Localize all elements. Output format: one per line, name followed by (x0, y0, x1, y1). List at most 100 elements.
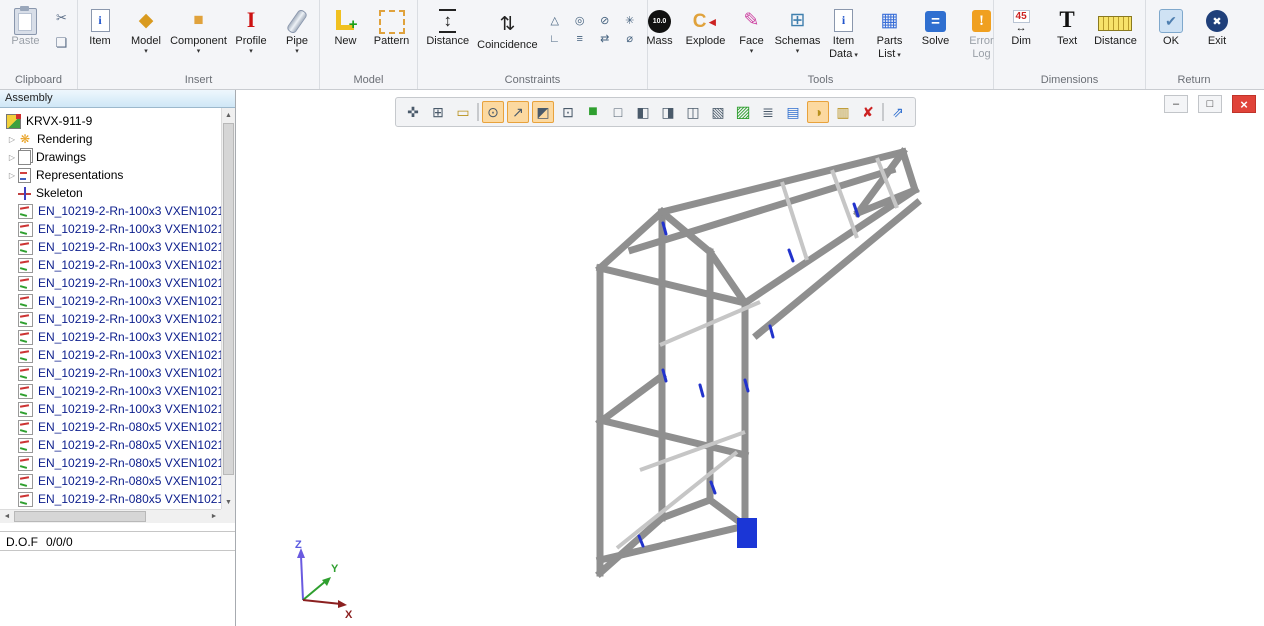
horizontal-scroll-thumb[interactable] (14, 511, 146, 522)
tree-item-part[interactable]: EN_10219-2-Rn-100x3 VXEN1021 (0, 292, 221, 310)
tree-item-part[interactable]: EN_10219-2-Rn-100x3 VXEN1021 (0, 328, 221, 346)
print-icon[interactable]: ▥ (832, 101, 854, 123)
shaded-view-icon[interactable]: ■ (582, 101, 604, 123)
view-box-5-icon[interactable]: ▧ (707, 101, 729, 123)
view-box-1-icon[interactable]: □ (607, 101, 629, 123)
delete-icon[interactable]: ✘ (857, 101, 879, 123)
tree-item-part[interactable]: EN_10219-2-Rn-100x3 VXEN1021 (0, 202, 221, 220)
tree-item-rendering[interactable]: ▷ ❋ Rendering (0, 130, 221, 148)
window-controls: – □ × (1164, 95, 1256, 113)
perpendicular-constraint-icon[interactable]: ∟ (543, 30, 567, 47)
view-box-6-icon[interactable]: ▨ (732, 101, 754, 123)
text-button[interactable]: T Text (1045, 3, 1089, 50)
coincidence-constraint-button[interactable]: ⇅ Coincidence (474, 3, 541, 54)
scroll-down-icon[interactable]: ▼ (222, 495, 235, 509)
tree-horizontal-scrollbar[interactable]: ◄ ► (0, 509, 221, 523)
dim-button[interactable]: 45↔ Dim (999, 3, 1043, 50)
part-icon (18, 312, 33, 327)
tree-item-skeleton[interactable]: Skeleton (0, 184, 221, 202)
minimize-button[interactable]: – (1164, 95, 1188, 113)
new-button[interactable]: + New (324, 3, 368, 50)
render-mode-icon[interactable]: ◑ (807, 101, 829, 123)
export-icon[interactable]: ⇗ (887, 101, 909, 123)
copy-button[interactable]: ❏ (52, 33, 72, 53)
parts-list-button[interactable]: ▦ Parts List▾ (868, 3, 912, 64)
part-icon (18, 420, 33, 435)
component-button[interactable]: ■ Component ▾ (170, 3, 227, 57)
pipe-button[interactable]: Pipe ▾ (275, 3, 319, 57)
face-icon: ✎ (744, 5, 760, 35)
select-face-filter-icon[interactable]: ◩ (532, 101, 554, 123)
tree-item-part[interactable]: EN_10219-2-Rn-080x5 VXEN1021 (0, 436, 221, 454)
concentric-constraint-icon[interactable]: ◎ (568, 12, 592, 29)
view-box-3-icon[interactable]: ◨ (657, 101, 679, 123)
explode-button[interactable]: C◄ Explode (684, 3, 728, 50)
tree-item-part[interactable]: EN_10219-2-Rn-100x3 VXEN1021 (0, 400, 221, 418)
group-label-dimensions: Dimensions (994, 72, 1145, 89)
tree-item-part[interactable]: EN_10219-2-Rn-100x3 VXEN1021 (0, 220, 221, 238)
tree-item-part[interactable]: EN_10219-2-Rn-080x5 VXEN1021 (0, 454, 221, 472)
scroll-up-icon[interactable]: ▲ (222, 108, 235, 122)
restore-button[interactable]: □ (1198, 95, 1222, 113)
tree-item-root[interactable]: KRVX-911-9 (0, 112, 221, 130)
part-icon (18, 384, 33, 399)
tree-item-drawings[interactable]: ▷ Drawings (0, 148, 221, 166)
view-box-2-icon[interactable]: ◧ (632, 101, 654, 123)
view-box-4-icon[interactable]: ◫ (682, 101, 704, 123)
exit-button[interactable]: ✖ Exit (1195, 3, 1239, 50)
assembly-panel: Assembly KRVX-911-9 ▷ ❋ Rendering ▷ Draw… (0, 90, 236, 626)
tree-item-part[interactable]: EN_10219-2-Rn-080x5 VXEN1021 (0, 472, 221, 490)
layers-icon[interactable]: ▤ (782, 101, 804, 123)
symmetry-constraint-icon[interactable]: ⇄ (593, 30, 617, 47)
tree-item-part[interactable]: EN_10219-2-Rn-100x3 VXEN1021 (0, 382, 221, 400)
expander-icon[interactable]: ▷ (6, 135, 18, 144)
expander-icon[interactable]: ▷ (6, 153, 18, 162)
vertical-scroll-thumb[interactable] (223, 123, 234, 475)
model-button[interactable]: ◆ Model ▾ (124, 3, 168, 57)
ok-button[interactable]: ✔ OK (1149, 3, 1193, 50)
angle-constraint-icon[interactable]: △ (543, 12, 567, 29)
tree-item-part[interactable]: EN_10219-2-Rn-100x3 VXEN1021 (0, 310, 221, 328)
fit-view-icon[interactable]: ⊞ (427, 101, 449, 123)
paste-button[interactable]: Paste (4, 3, 48, 50)
item-button[interactable]: i Item (78, 3, 122, 50)
pattern-button[interactable]: Pattern (370, 3, 414, 50)
ribbon-group-clipboard: Paste ✂ ❏ Clipboard (0, 0, 78, 89)
solve-button[interactable]: = Solve (914, 3, 958, 50)
tree-item-part[interactable]: EN_10219-2-Rn-100x3 VXEN1021 (0, 346, 221, 364)
part-icon (18, 204, 33, 219)
pin-icon[interactable]: ✜ (402, 101, 424, 123)
distance-dimension-button[interactable]: Distance (1091, 3, 1140, 50)
select-edge-filter-icon[interactable]: ↗ (507, 101, 529, 123)
scroll-left-icon[interactable]: ◄ (0, 510, 14, 523)
expander-icon[interactable]: ▷ (6, 171, 18, 180)
tree-item-part[interactable]: EN_10219-2-Rn-100x3 VXEN1021 (0, 256, 221, 274)
tree-item-part[interactable]: EN_10219-2-Rn-080x5 VXEN1021 (0, 418, 221, 436)
list-icon[interactable]: ≣ (757, 101, 779, 123)
tree-item-part[interactable]: EN_10219-2-Rn-100x3 VXEN1021 (0, 238, 221, 256)
drawings-icon (18, 150, 31, 165)
tree-vertical-scrollbar[interactable]: ▲ ▼ (221, 108, 235, 509)
distance-constraint-button[interactable]: ↕ Distance (423, 3, 472, 50)
scroll-right-icon[interactable]: ► (207, 510, 221, 523)
item-data-button[interactable]: i Item Data▾ (822, 3, 866, 64)
tree-item-representations[interactable]: ▷ Representations (0, 166, 221, 184)
measure-icon[interactable]: ▭ (452, 101, 474, 123)
tree-item-part[interactable]: EN_10219-2-Rn-100x3 VXEN1021 (0, 364, 221, 382)
tree-item-part[interactable]: EN_10219-2-Rn-080x5 VXEN1021 (0, 490, 221, 508)
dropdown-caret-icon: ▾ (144, 48, 148, 55)
parallel-constraint-icon[interactable]: ≡ (568, 30, 592, 47)
cut-button[interactable]: ✂ (52, 8, 72, 28)
main-area: Assembly KRVX-911-9 ▷ ❋ Rendering ▷ Draw… (0, 90, 1264, 626)
select-point-filter-icon[interactable]: ⊙ (482, 101, 504, 123)
face-button[interactable]: ✎ Face ▾ (730, 3, 774, 57)
profile-button[interactable]: I Profile ▾ (229, 3, 273, 57)
tree-item-part[interactable]: EN_10219-2-Rn-100x3 VXEN1021 (0, 274, 221, 292)
select-body-filter-icon[interactable]: ⊡ (557, 101, 579, 123)
model-canvas[interactable] (237, 90, 1264, 626)
schemas-button[interactable]: ⊞ Schemas ▾ (776, 3, 820, 57)
close-button[interactable]: × (1232, 95, 1256, 113)
viewport-3d[interactable]: ✜⊞▭⊙↗◩⊡■□◧◨◫▧▨≣▤◑▥✘⇗ – □ × Z Y X (237, 90, 1264, 626)
mass-button[interactable]: 10.0 Mass (638, 3, 682, 50)
tangent-constraint-icon[interactable]: ⊘ (593, 12, 617, 29)
